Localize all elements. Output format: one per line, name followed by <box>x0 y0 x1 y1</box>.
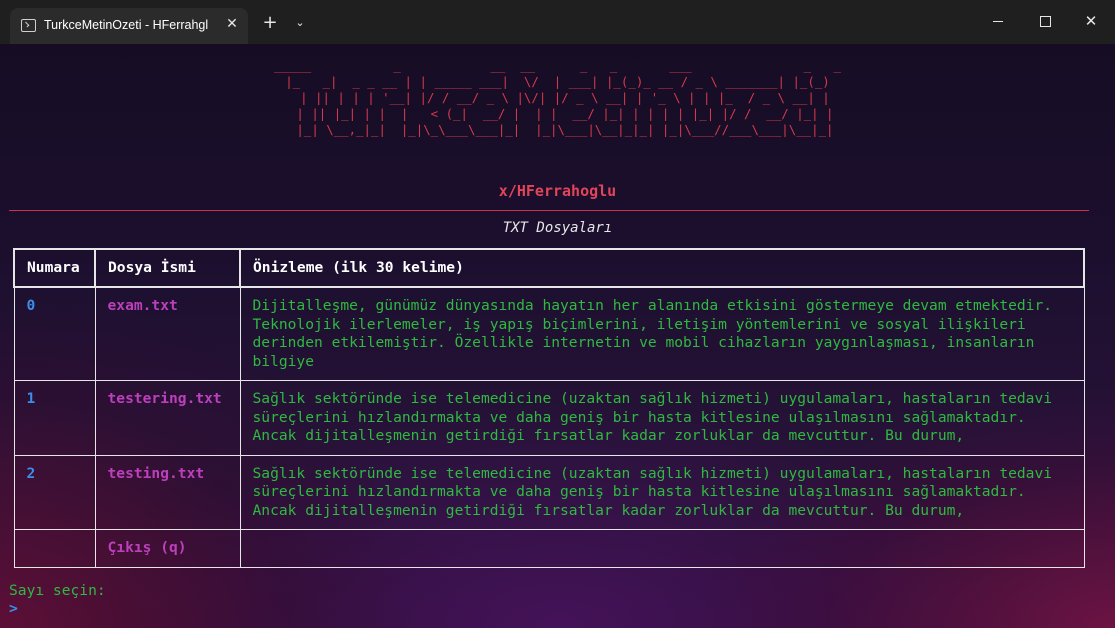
chevron-down-icon[interactable]: ⌄ <box>290 13 310 33</box>
row-preview: Sağlık sektöründe ise telemedicine (uzak… <box>239 380 1085 456</box>
maximize-icon <box>1039 16 1051 27</box>
row-filename: testing.txt <box>94 454 241 530</box>
close-tab-icon[interactable]: ✕ <box>224 15 240 33</box>
row-number: 2 <box>13 454 96 530</box>
table-header-row: Numara Dosya İsmi Önizleme (ilk 30 kelim… <box>13 248 1085 288</box>
maximize-button[interactable] <box>1025 8 1065 34</box>
minimize-button[interactable] <box>978 8 1018 34</box>
minimize-icon <box>993 21 1003 22</box>
table-row: 0 exam.txt Dijitalleşme, günümüz dünyası… <box>13 286 1085 381</box>
row-preview: Sağlık sektöründe ise telemedicine (uzak… <box>239 454 1085 530</box>
column-header-preview: Önizleme (ilk 30 kelime) <box>239 248 1085 288</box>
tab-title: TurkceMetinOzeti - HFerrahgl <box>44 18 209 32</box>
terminal-tab[interactable]: TurkceMetinOzeti - HFerrahgl ✕ <box>10 8 248 44</box>
divider <box>9 210 1089 211</box>
exit-option: Çıkış (q) <box>94 529 241 568</box>
close-window-button[interactable]: ✕ <box>1071 8 1111 34</box>
row-number: 0 <box>13 286 96 381</box>
selection-prompt: Sayı seçin: <box>9 582 106 599</box>
input-prompt[interactable]: > <box>9 600 18 617</box>
ascii-banner: _____ _ __ __ _ _ ___ _ _ |_ _| _ _ __ |… <box>274 58 841 137</box>
row-preview: Dijitalleşme, günümüz dünyasında hayatın… <box>239 286 1085 381</box>
table-row: 1 testering.txt Sağlık sektöründe ise te… <box>13 380 1085 456</box>
column-header-filename: Dosya İsmi <box>94 248 241 288</box>
table-row: 2 testing.txt Sağlık sektöründe ise tele… <box>13 454 1085 530</box>
new-tab-button[interactable]: + <box>260 13 280 33</box>
row-filename: testering.txt <box>94 380 241 456</box>
file-table: Numara Dosya İsmi Önizleme (ilk 30 kelim… <box>13 248 1085 568</box>
row-filename: exam.txt <box>94 286 241 381</box>
row-number-empty <box>13 529 96 568</box>
title-bar: TurkceMetinOzeti - HFerrahgl ✕ + ⌄ ✕ <box>0 0 1115 44</box>
row-number: 1 <box>13 380 96 456</box>
row-preview-empty <box>239 529 1085 568</box>
column-header-number: Numara <box>13 248 96 288</box>
section-title: TXT Dosyaları <box>502 220 613 236</box>
table-row-exit: Çıkış (q) <box>13 529 1085 568</box>
terminal-icon <box>21 19 36 32</box>
author-handle: x/HFerrahoglu <box>498 182 617 200</box>
